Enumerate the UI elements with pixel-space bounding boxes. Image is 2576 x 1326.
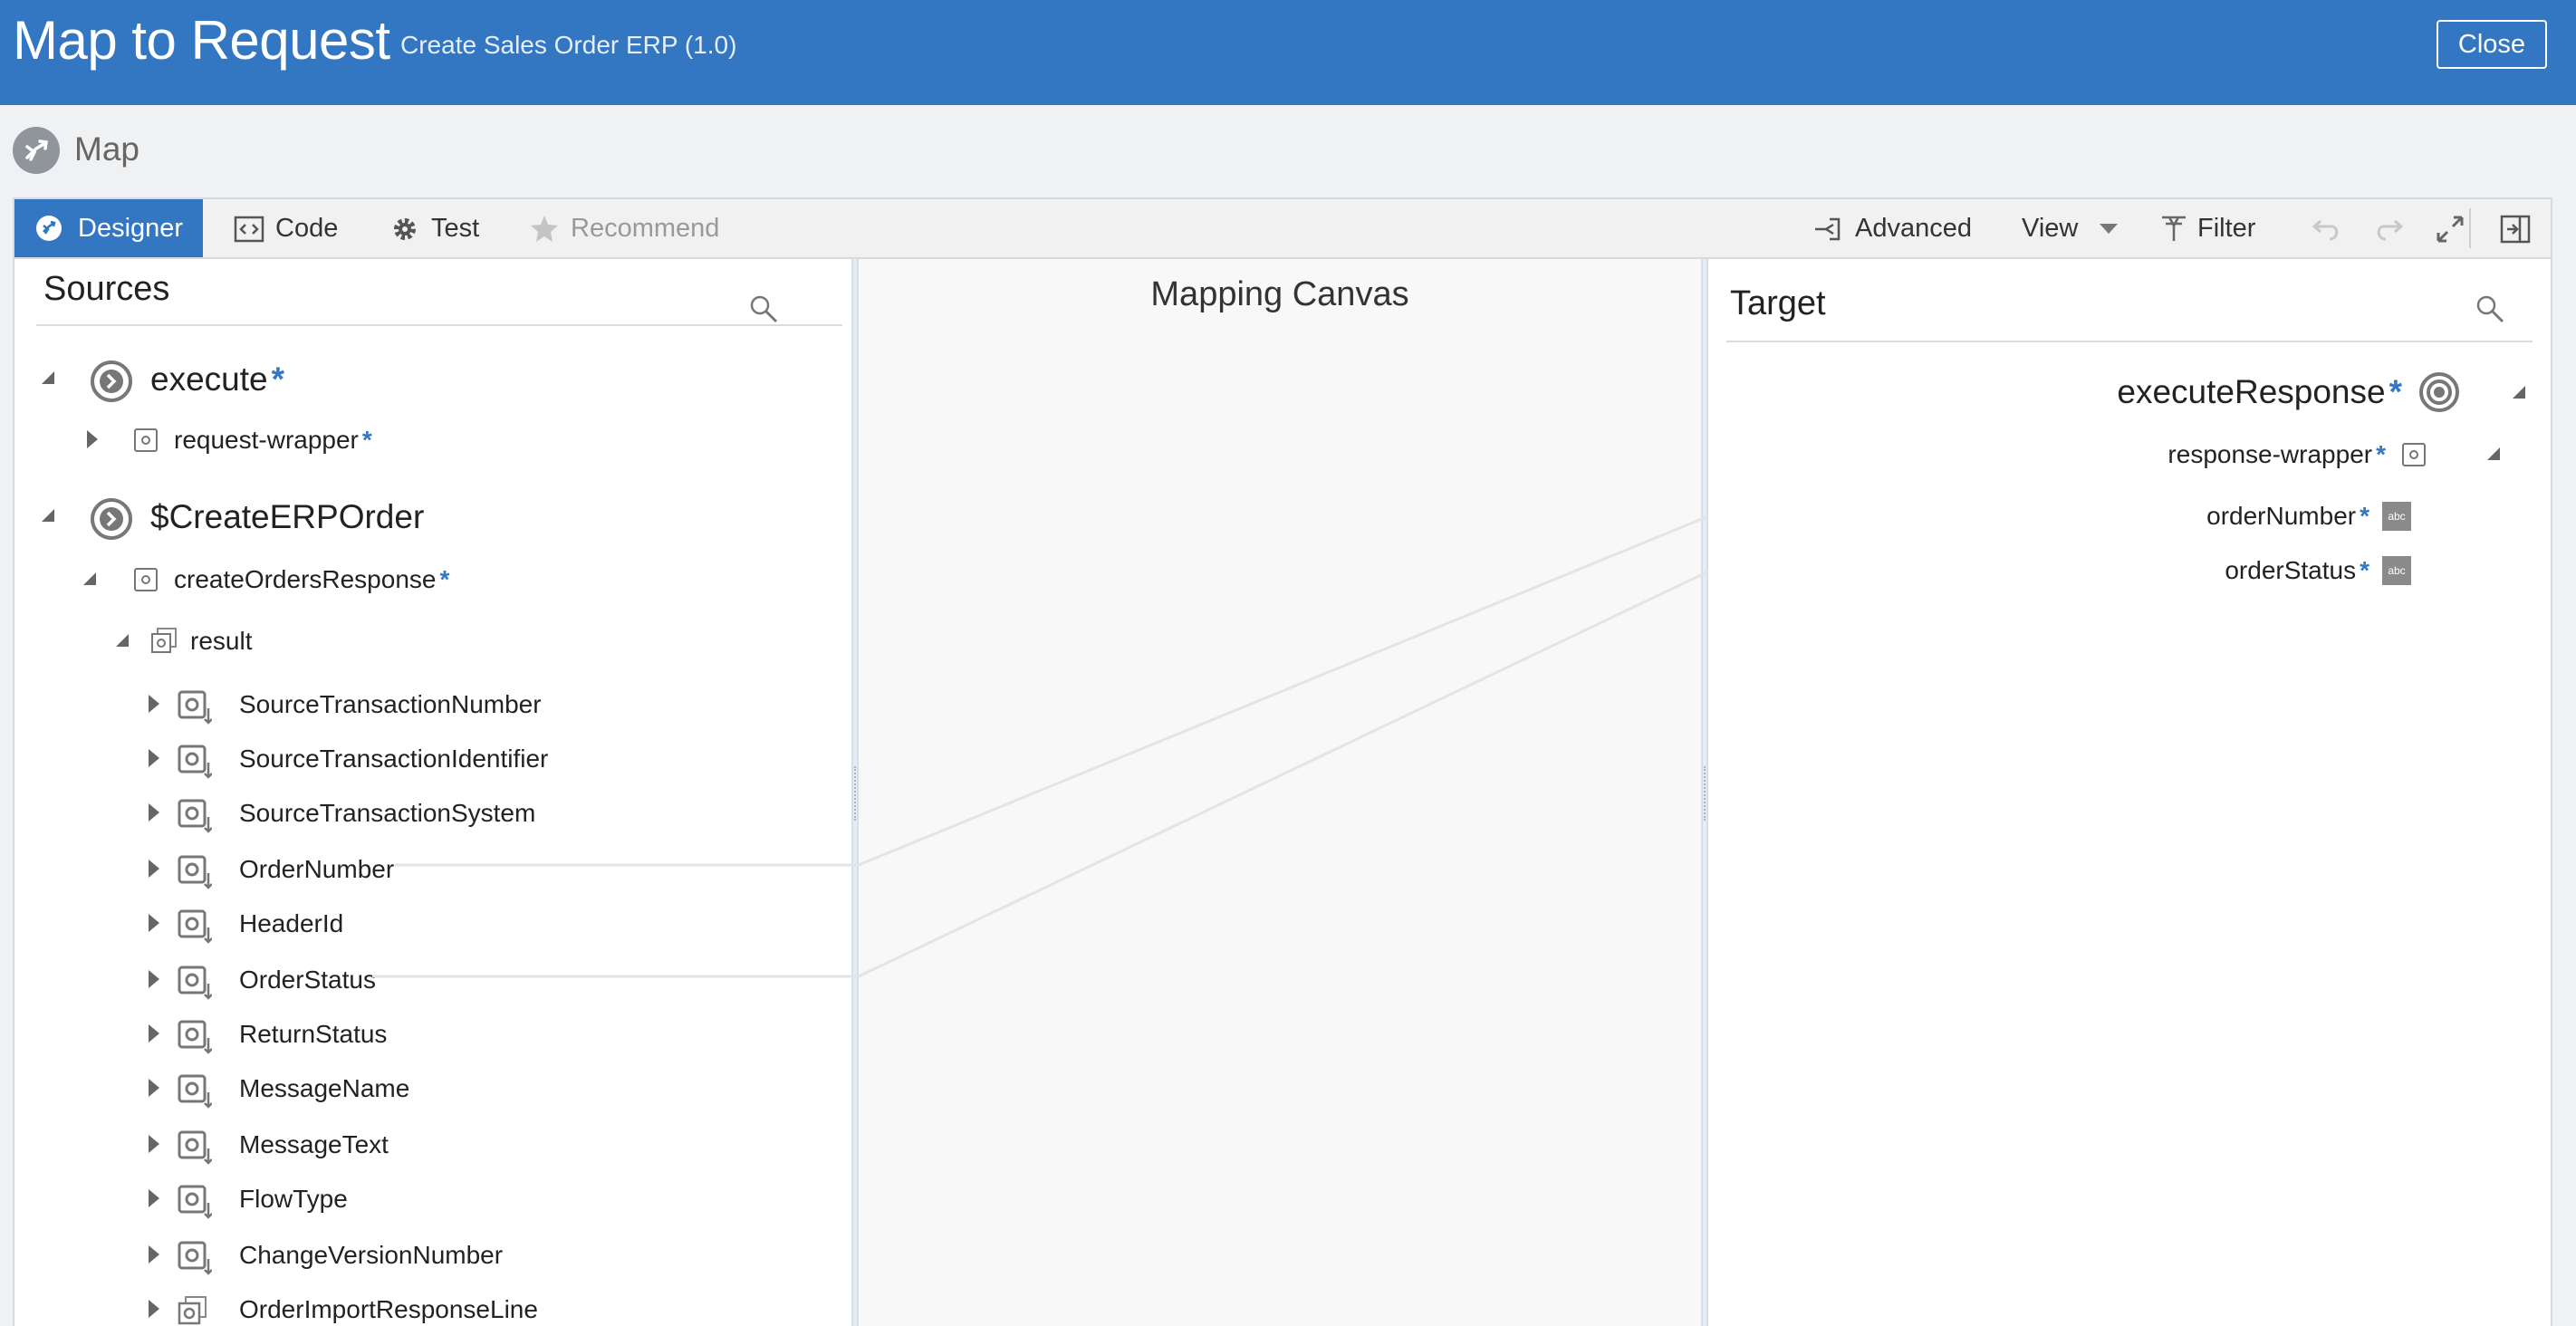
collapse-triangle-icon[interactable] — [2513, 386, 2525, 399]
section-title: Map — [74, 130, 139, 168]
required-marker: * — [2389, 373, 2402, 410]
required-marker: * — [2360, 556, 2369, 584]
target-pane: Target executeResponse * response-wrapper… — [1708, 259, 2551, 1326]
target-root-icon — [2419, 372, 2459, 412]
element-icon — [2402, 443, 2426, 466]
target-node-response-wrapper[interactable]: response-wrapper * — [2167, 437, 2426, 473]
required-marker: * — [2360, 502, 2369, 530]
string-type-icon: abc — [2382, 556, 2411, 585]
target-node-ordernumber[interactable]: orderNumber * abc — [2206, 498, 2411, 534]
target-title: Target — [1730, 284, 1826, 322]
required-marker: * — [2376, 440, 2386, 468]
header-bar: Map to Request Create Sales Order ERP (1… — [0, 0, 2576, 105]
tree-node-label: orderNumber — [2206, 502, 2357, 530]
target-node-orderstatus[interactable]: orderStatus * abc — [2225, 552, 2411, 589]
tree-node-label: orderStatus — [2225, 556, 2357, 584]
tree-node-label: executeResponse — [2117, 373, 2386, 410]
search-icon[interactable] — [2475, 293, 2505, 324]
tree-node-label: response-wrapper — [2167, 440, 2373, 468]
string-type-icon: abc — [2382, 502, 2411, 531]
page-subtitle: Create Sales Order ERP (1.0) — [400, 31, 737, 59]
map-icon — [13, 127, 60, 174]
mapper-panel: Designer Code Test Recommend Advanced Vi… — [13, 197, 2552, 1326]
close-button[interactable]: Close — [2437, 20, 2547, 69]
page-title: Map to Request — [13, 10, 390, 71]
target-node-executeresponse[interactable]: executeResponse * — [2117, 370, 2460, 415]
target-divider — [1726, 341, 2533, 342]
collapse-triangle-icon[interactable] — [2487, 447, 2500, 460]
